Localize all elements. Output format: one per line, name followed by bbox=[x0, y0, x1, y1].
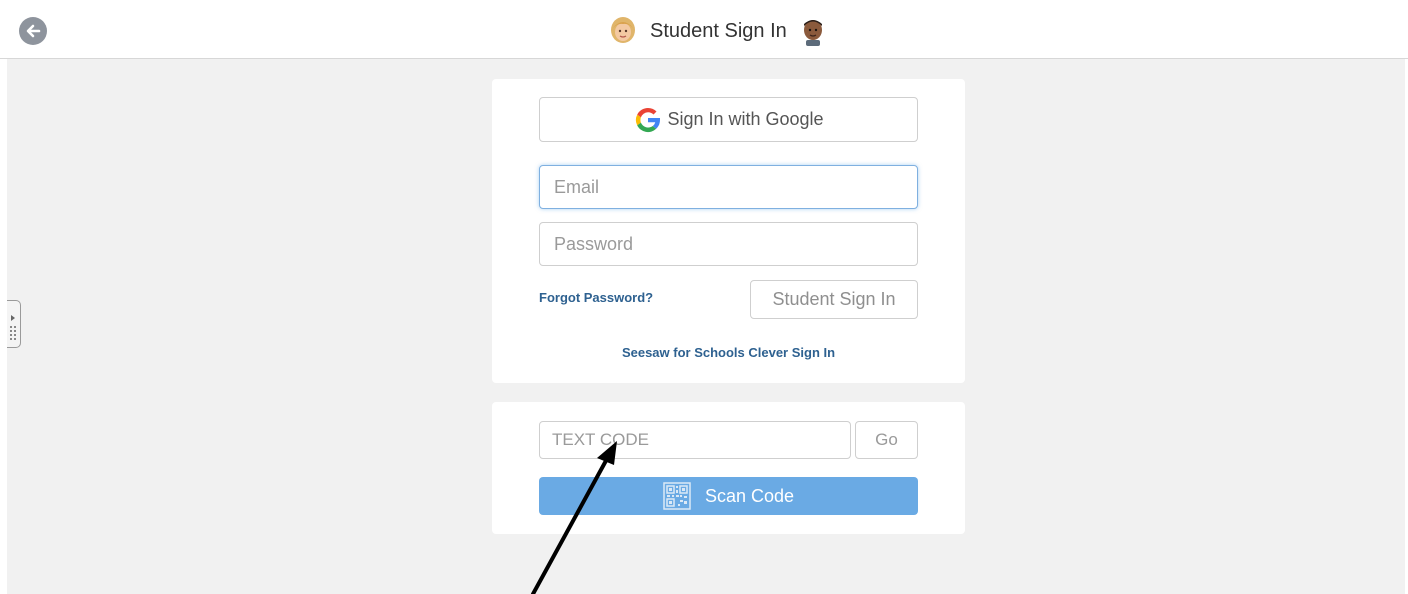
scan-code-label: Scan Code bbox=[704, 485, 795, 506]
email-input[interactable] bbox=[539, 165, 918, 209]
google-signin-label: Sign In with Google bbox=[667, 109, 824, 129]
back-arrow-icon bbox=[26, 24, 41, 38]
title-group: Student Sign In bbox=[610, 14, 825, 48]
student-signin-button[interactable]: Student Sign In bbox=[750, 280, 918, 319]
go-button[interactable]: Go bbox=[855, 421, 918, 459]
top-bar: Student Sign In bbox=[0, 0, 1408, 59]
clever-signin-link[interactable]: Seesaw for Schools Clever Sign In bbox=[539, 345, 918, 360]
google-signin-button[interactable]: Sign In with Google bbox=[539, 97, 918, 142]
password-input[interactable] bbox=[539, 222, 918, 266]
student-boy-avatar-icon bbox=[803, 20, 822, 46]
grip-icon bbox=[10, 315, 16, 340]
page-title: Student Sign In bbox=[650, 19, 787, 42]
qr-code-icon bbox=[663, 482, 691, 510]
side-panel-handle[interactable] bbox=[7, 300, 21, 348]
google-logo-icon bbox=[636, 107, 661, 132]
scan-code-button[interactable]: Scan Code bbox=[539, 477, 918, 515]
forgot-password-link[interactable]: Forgot Password? bbox=[539, 290, 653, 305]
back-button[interactable] bbox=[19, 17, 47, 45]
text-code-input[interactable] bbox=[539, 421, 851, 459]
student-girl-avatar-icon bbox=[611, 17, 635, 43]
